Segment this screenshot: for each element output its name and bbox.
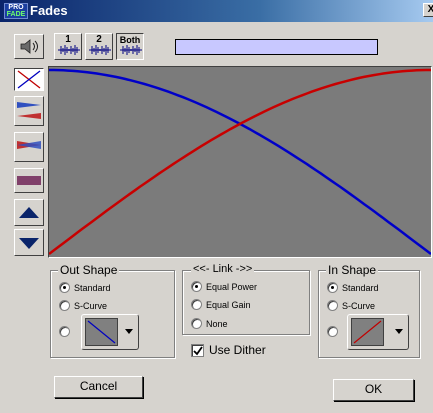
radio-label: S-Curve [74,300,108,311]
window-title: Fades [30,3,68,18]
speaker-icon [20,39,38,54]
close-button[interactable]: X [423,3,433,17]
out-shape-s-curve-radio[interactable]: S-Curve [59,300,107,311]
in-shape-custom-radio[interactable] [327,326,342,337]
radio-label: S-Curve [342,300,376,311]
overlap-preset-button[interactable] [14,132,44,162]
move-down-button[interactable] [14,229,44,256]
use-dither-checkbox[interactable]: Use Dither [191,343,266,357]
fade-wedge-icon [17,102,41,119]
track-2-button[interactable]: 2 [85,33,113,60]
link-equal-power-radio[interactable]: Equal Power [191,281,257,292]
out-shape-custom-radio[interactable] [59,326,74,337]
cancel-button[interactable]: Cancel [54,376,143,398]
use-dither-label: Use Dither [209,343,266,357]
waveform-icon [120,45,142,55]
crossfade-preset-button[interactable] [14,68,44,91]
fade-out-curve [49,68,432,255]
logo-top-text: PRO [8,4,24,11]
out-shape-preview [85,318,118,346]
dropdown-arrow-icon [125,329,133,334]
waveform-icon [58,45,80,55]
title-bar: PRO FADE Fades X [0,0,433,22]
radio-button[interactable] [191,318,202,329]
checkbox[interactable] [191,343,204,357]
out-shape-title: Out Shape [58,263,120,277]
track-1-button[interactable]: 1 [54,33,82,60]
in-shape-standard-radio[interactable]: Standard [327,282,379,293]
fade-out-in-preset-button[interactable] [14,96,44,126]
move-up-button[interactable] [14,199,44,226]
fade-curve-svg [48,68,432,255]
radio-label: Standard [342,282,379,293]
radio-button[interactable] [327,326,338,337]
link-none-radio[interactable]: None [191,318,228,329]
in-shape-group: In Shape Standard S-Curve [318,263,420,358]
radio-button[interactable] [327,300,338,311]
in-shape-picker[interactable] [347,314,409,350]
crossfade-icon [17,70,41,89]
radio-label: None [206,318,228,329]
logo-bottom-text: FADE [6,11,26,18]
radio-button[interactable] [59,300,70,311]
out-shape-standard-radio[interactable]: Standard [59,282,111,293]
radio-label: Equal Gain [206,299,251,310]
checkmark-icon [193,345,203,355]
link-equal-gain-radio[interactable]: Equal Gain [191,299,251,310]
waveform-icon [89,45,111,55]
in-shape-s-curve-radio[interactable]: S-Curve [327,300,375,311]
out-shape-picker[interactable] [81,314,139,350]
radio-button[interactable] [191,299,202,310]
radio-button[interactable] [59,282,70,293]
link-group: <<- Link ->> Equal Power Equal Gain None [182,263,310,335]
progress-bar [175,39,378,55]
overlap-wedge-icon [17,141,41,149]
in-shape-title: In Shape [326,263,379,277]
radio-label: Standard [74,282,111,293]
in-shape-preview [351,318,384,346]
out-shape-group: Out Shape Standard S-Curve [50,263,175,358]
both-tracks-button[interactable]: Both [116,33,144,60]
flat-preset-button[interactable] [14,168,44,193]
ok-button[interactable]: OK [333,379,414,401]
radio-button[interactable] [59,326,70,337]
radio-button[interactable] [191,281,202,292]
fade-curve-plot[interactable] [48,66,432,258]
flat-bar-icon [17,176,41,185]
arrow-up-icon [19,207,39,218]
radio-button[interactable] [327,282,338,293]
speaker-button[interactable] [14,34,44,59]
dropdown-arrow-icon [395,329,403,334]
arrow-down-icon [19,238,39,249]
link-title: <<- Link ->> [191,263,255,275]
fade-in-curve [48,68,431,255]
radio-label: Equal Power [206,281,258,292]
app-logo: PRO FADE [4,3,28,19]
